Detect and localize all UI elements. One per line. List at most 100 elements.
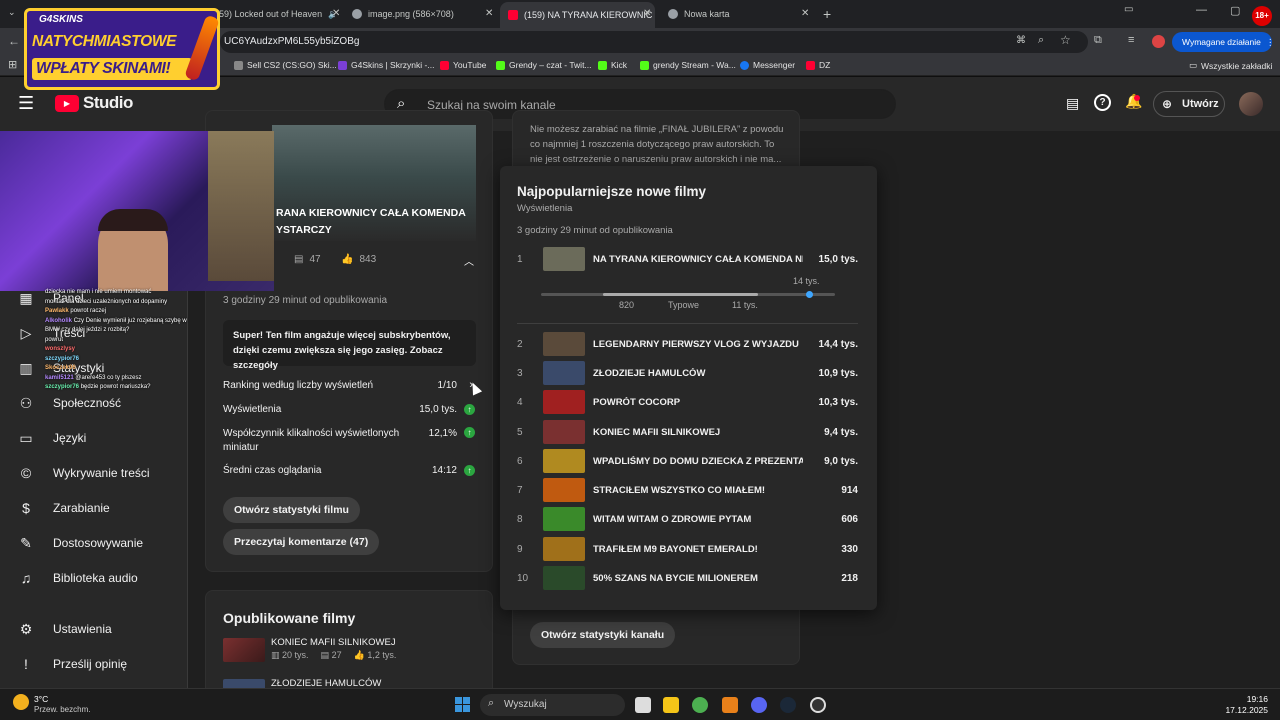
close-tab-icon[interactable]: ✕ <box>485 8 493 19</box>
list-item[interactable]: 2 LEGENDARNY PIERWSZY VLOG Z WYJAZDU 14,4 … <box>500 332 877 358</box>
audio-library-icon: ♫ <box>20 570 32 586</box>
bookmark-star-icon[interactable]: ☆ <box>1060 33 1071 47</box>
performance-tip[interactable]: Super! Ten film angażuje więcej subskryb… <box>223 320 476 371</box>
tab-image[interactable]: image.png (586×708) <box>352 4 477 24</box>
chat-message: szczypior76 <box>45 355 80 362</box>
sidebar-item-languages[interactable]: ▭ Języki <box>0 423 188 453</box>
list-item[interactable]: 5 KONIEC MAFII SILNIKOWEJ 9,4 tys. <box>500 420 877 446</box>
tab-search-icon[interactable]: ⌄ <box>8 7 16 18</box>
list-item[interactable]: 1 NA TYRANA KIEROWNICY CAŁA KOMENDA NIE.… <box>500 247 877 273</box>
sidebar-item-audio-library[interactable]: ♫ Biblioteka audio <box>0 563 188 593</box>
chat-message: BMW czy dalej jeździ z rozbitą? <box>45 327 130 333</box>
video-thumbnail <box>543 537 585 561</box>
bookmark-item[interactable]: Kick <box>598 60 627 70</box>
chat-message: wonszlysy <box>45 346 76 352</box>
typical-high-label: 11 tys. <box>732 300 758 310</box>
apps-grid-icon[interactable]: ⊞ <box>8 58 17 71</box>
app-icon[interactable] <box>722 697 738 713</box>
video-thumbnail <box>543 566 585 590</box>
bookmark-item[interactable]: G4Skins | Skrzynki -... <box>338 60 434 70</box>
profile-window-icon[interactable]: ▭ <box>1124 4 1133 15</box>
thumbnail-title: RANA KIEROWNICY CAŁA KOMENDA <box>276 207 466 219</box>
hamburger-menu-icon[interactable]: ☰ <box>18 93 34 114</box>
action-required-button[interactable]: Wymagane działanie ⋮ <box>1172 32 1274 52</box>
sidebar-item-settings[interactable]: ⚙ Ustawienia <box>0 614 188 644</box>
metric-ctr: Współczynnik klikalności wyświetlonych m… <box>223 427 475 455</box>
task-view-icon[interactable] <box>635 697 651 713</box>
chrome-icon[interactable] <box>692 697 708 713</box>
list-item[interactable]: 7 STRACIŁEM WSZYSTKO CO MIAŁEM! 914 <box>500 478 877 504</box>
chat-message: dziecka nie mam i nie umiem montować <box>45 289 152 295</box>
published-video-title[interactable]: KONIEC MAFII SILNIKOWEJ <box>271 637 396 648</box>
sidebar-item-copyright[interactable]: © Wykrywanie treści <box>0 458 188 488</box>
published-time: 3 godziny 29 minut od opublikowania <box>223 295 387 306</box>
chat-message: Skoczek96 <box>45 365 76 371</box>
bookmark-item[interactable]: Messenger <box>740 60 795 70</box>
sidebar-item-customize[interactable]: ✎ Dostosowywanie <box>0 528 188 558</box>
sidebar-item-feedback[interactable]: ! Prześlij opinię <box>0 649 188 679</box>
help-icon[interactable]: ? <box>1094 94 1111 111</box>
clock-date[interactable]: 17.12.2025 <box>1220 705 1268 715</box>
video-thumbnail <box>543 478 585 502</box>
chat-message: szczypior76 będzie powrot mariuszka? <box>45 384 151 390</box>
close-tab-icon[interactable]: ✕ <box>801 8 809 19</box>
tab-new[interactable]: Nowa karta <box>668 4 803 24</box>
list-item[interactable]: 10 50% SZANS NA BYCIE MILIONEREM 218 <box>500 566 877 592</box>
open-channel-analytics-button[interactable]: Otwórz statystyki kanału <box>530 622 676 648</box>
translate-icon[interactable]: ⌘ <box>1016 35 1026 46</box>
file-explorer-icon[interactable] <box>663 697 679 713</box>
reading-list-icon[interactable]: ≡ <box>1128 34 1134 46</box>
list-item[interactable]: 9 TRAFIŁEM M9 BAYONET EMERALD! 330 <box>500 537 877 563</box>
close-tab-icon[interactable]: ✕ <box>643 8 651 19</box>
all-bookmarks-folder[interactable]: ▭ Wszystkie zakładki <box>1189 60 1272 71</box>
customize-icon: ✎ <box>20 535 32 551</box>
list-item[interactable]: 4 POWRÓT COCORP 10,3 tys. <box>500 390 877 416</box>
taskbar-search-input[interactable]: ⌕ Wyszukaj <box>480 694 625 716</box>
weather-desc[interactable]: Przew. bezchm. <box>34 705 90 714</box>
list-item[interactable]: 3 ZŁODZIEJE HAMULCÓW 10,9 tys. <box>500 361 877 387</box>
create-button[interactable]: ⊕ Utwórz <box>1153 91 1225 117</box>
banner-line-1: NATYCHMIASTOWE <box>32 33 177 50</box>
video-thumbnail[interactable] <box>223 679 265 688</box>
chat-message: Alkoholik Czy Denie wymienił już rozjeba… <box>45 317 187 324</box>
zoom-icon[interactable]: ⌕ <box>1038 34 1044 47</box>
bookmark-item[interactable]: Grendy – czat - Twit... <box>496 60 592 70</box>
bookmark-item[interactable]: DZ <box>806 60 830 70</box>
folder-icon: ▭ <box>1189 60 1198 70</box>
new-tab-icon[interactable]: + <box>823 6 831 22</box>
sidebar-item-earn[interactable]: $ Zarabianie <box>0 493 188 523</box>
weather-temp[interactable]: 3°C <box>34 694 48 704</box>
obs-icon[interactable] <box>810 697 826 713</box>
latest-video-thumbnail[interactable]: RANA KIEROWNICY CAŁA KOMENDA YSTARCZY <box>272 125 476 241</box>
typical-label: Typowe <box>668 300 700 310</box>
maximize-icon[interactable]: ▢ <box>1230 4 1240 17</box>
messages-icon[interactable]: ▤ <box>1066 95 1079 112</box>
extensions-icon[interactable]: ⧉ <box>1094 34 1102 47</box>
collapse-chevron-icon[interactable]: ︿ <box>464 253 474 268</box>
divider <box>517 323 858 324</box>
video-thumbnail[interactable] <box>223 638 265 662</box>
bookmark-favicon-icon <box>496 60 505 70</box>
tab-na-tyrana[interactable]: (159) NA TYRANA KIEROWNIC <box>500 2 655 28</box>
read-comments-button[interactable]: Przeczytaj komentarze (47) <box>223 529 380 555</box>
search-icon: ⌕ <box>488 697 495 709</box>
open-video-analytics-button[interactable]: Otwórz statystyki filmu <box>223 497 360 523</box>
video-thumbnail <box>543 507 585 531</box>
close-tab-icon[interactable]: ✕ <box>332 8 340 19</box>
steam-icon[interactable] <box>780 697 796 713</box>
address-bar[interactable]: UC6YAudzxPM6L55yb5iZOBg <box>220 31 1088 53</box>
back-icon[interactable]: ← <box>8 34 20 48</box>
bookmark-item[interactable]: YouTube <box>440 60 486 70</box>
likes-count: 👍 843 <box>341 254 377 265</box>
bookmark-item[interactable]: grendy Stream - Wa... <box>640 60 736 70</box>
bookmark-item[interactable]: Sell CS2 (CS:GO) Ski... <box>234 60 337 70</box>
list-item[interactable]: 6 WPADLIŚMY DO DOMU DZIECKA Z PREZENTAMI 9… <box>500 449 877 475</box>
discord-icon[interactable] <box>751 697 767 713</box>
profile-avatar-icon[interactable] <box>1152 35 1165 48</box>
avatar[interactable] <box>1239 92 1263 116</box>
clock-time[interactable]: 19:16 <box>1228 694 1268 704</box>
youtube-studio-logo[interactable]: ▶ Studio <box>55 93 133 113</box>
minimize-icon[interactable]: — <box>1196 4 1207 16</box>
windows-start-icon[interactable] <box>455 697 470 712</box>
list-item[interactable]: 8 WITAM WITAM O ZDROWIE PYTAM 606 <box>500 507 877 533</box>
